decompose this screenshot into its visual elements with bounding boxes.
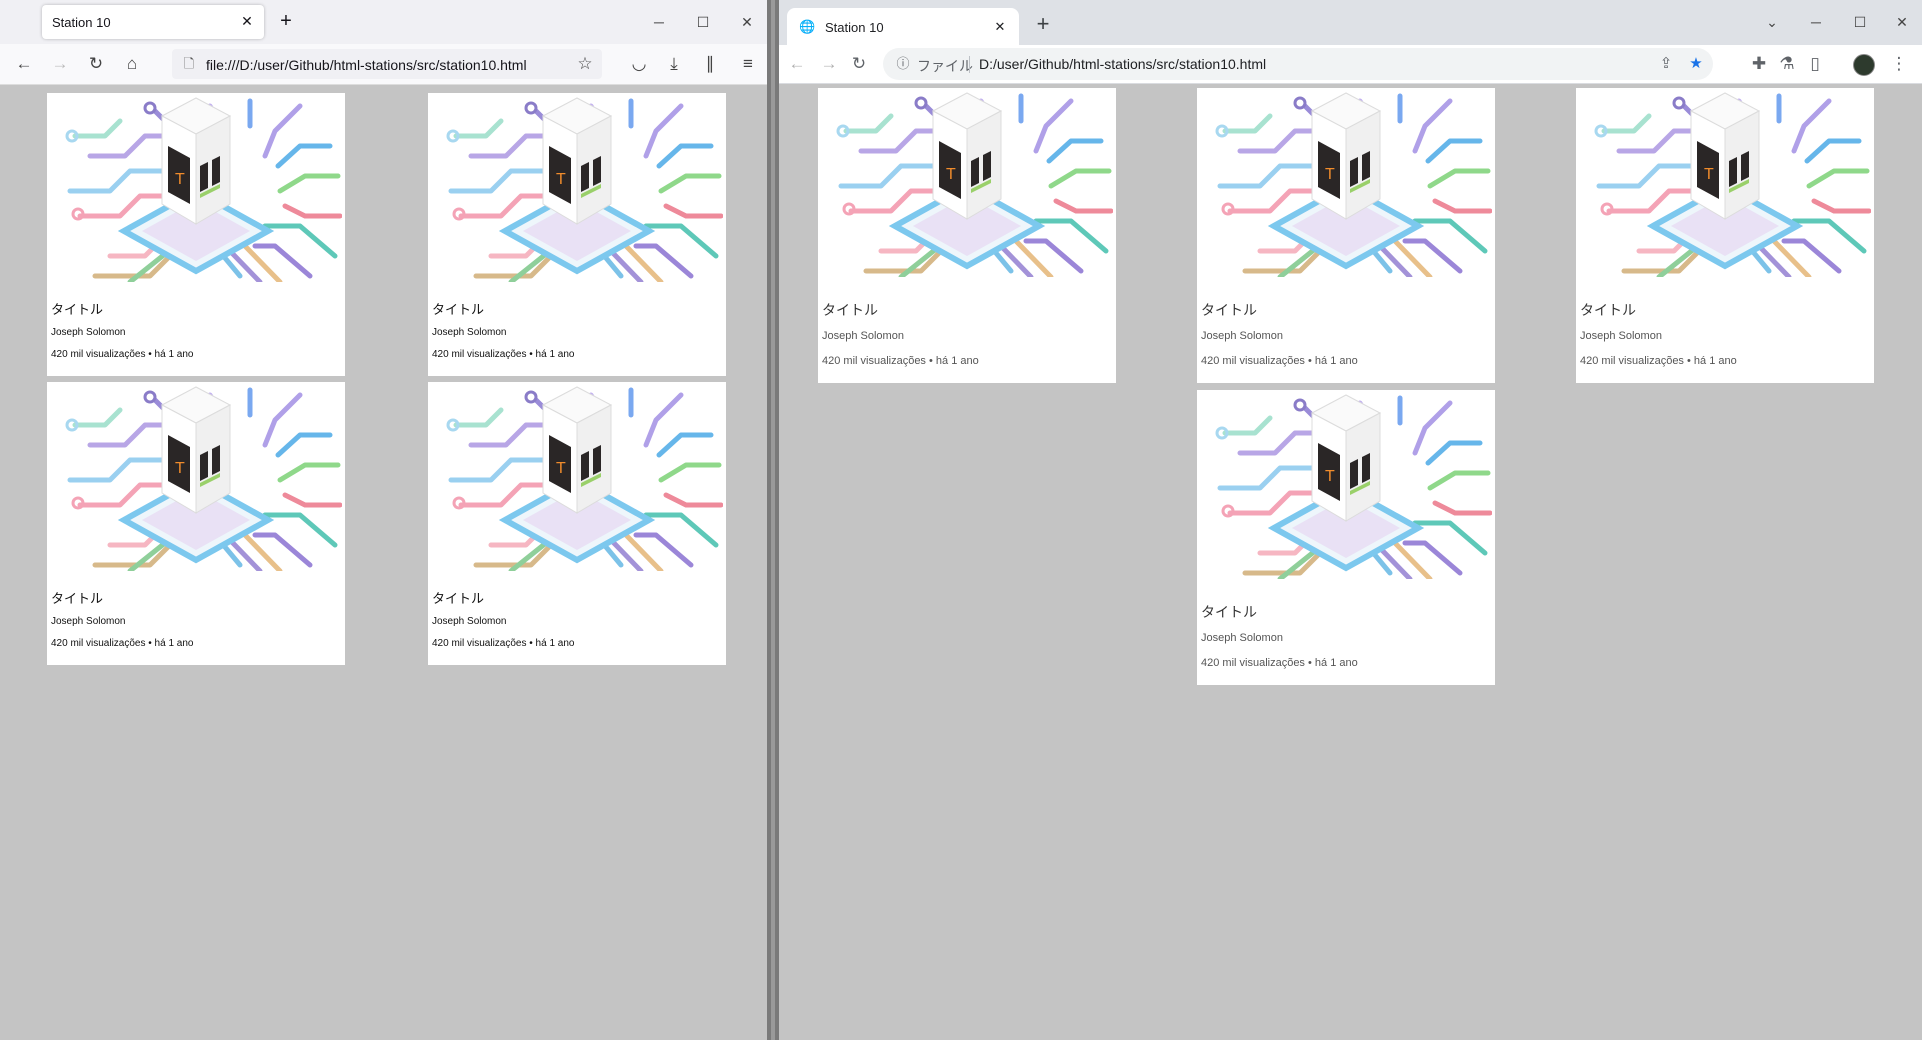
- video-author[interactable]: Joseph Solomon: [432, 327, 507, 338]
- download-icon[interactable]: ⤓: [660, 50, 688, 78]
- navigation-toolbar: ← → ↻ ⌂ 🗋 file:///D:/user/Github/html-st…: [0, 44, 767, 85]
- puzzle-icon[interactable]: ✚: [1745, 50, 1773, 78]
- flask-icon[interactable]: ⚗: [1773, 50, 1801, 78]
- chevron-down-icon[interactable]: ⌄: [1753, 8, 1791, 36]
- video-thumbnail[interactable]: [1579, 91, 1871, 277]
- kebab-icon[interactable]: ⋮: [1885, 50, 1913, 78]
- video-meta: 420 mil visualizações • há 1 ano: [1201, 355, 1358, 367]
- home-icon[interactable]: ⌂: [118, 50, 146, 78]
- video-card[interactable]: タイトル Joseph Solomon 420 mil visualizaçõe…: [818, 88, 1116, 383]
- maximize-icon[interactable]: ☐: [684, 8, 722, 36]
- video-author[interactable]: Joseph Solomon: [51, 327, 126, 338]
- video-author[interactable]: Joseph Solomon: [1201, 632, 1283, 644]
- video-thumbnail[interactable]: [431, 96, 723, 282]
- video-card[interactable]: タイトル Joseph Solomon 420 mil visualizaçõe…: [1576, 88, 1874, 383]
- tab-bar: 🌐 Station 10 ✕ + ⌄ ─ ☐ ✕: [779, 0, 1922, 45]
- chrome-window: 🌐 Station 10 ✕ + ⌄ ─ ☐ ✕ ← → ↻ ⓘ ファイル D:…: [779, 0, 1922, 1040]
- minimize-icon[interactable]: ─: [640, 8, 678, 36]
- video-card[interactable]: タイトル Joseph Solomon 420 mil visualizaçõe…: [47, 382, 345, 665]
- close-icon[interactable]: ✕: [991, 18, 1009, 36]
- video-meta: 420 mil visualizações • há 1 ano: [1580, 355, 1737, 367]
- video-card[interactable]: タイトル Joseph Solomon 420 mil visualizaçõe…: [428, 382, 726, 665]
- reload-icon[interactable]: ↻: [82, 50, 110, 78]
- video-meta: 420 mil visualizações • há 1 ano: [822, 355, 979, 367]
- video-thumbnail[interactable]: [50, 96, 342, 282]
- library-icon[interactable]: ∥: [696, 50, 724, 78]
- omnibox[interactable]: ⓘ ファイル D:/user/Github/html-stations/src/…: [883, 48, 1713, 80]
- minimize-icon[interactable]: ─: [1797, 8, 1835, 36]
- video-author[interactable]: Joseph Solomon: [822, 330, 904, 342]
- maximize-icon[interactable]: ☐: [1841, 8, 1879, 36]
- video-author[interactable]: Joseph Solomon: [1580, 330, 1662, 342]
- window-divider: [767, 0, 779, 1040]
- close-icon[interactable]: ✕: [238, 12, 256, 30]
- omnibox-separator: [969, 56, 970, 73]
- video-title[interactable]: タイトル: [432, 588, 484, 607]
- tab-bar: Station 10 ✕ + ─ ☐ ✕: [0, 0, 767, 44]
- side-panel-icon[interactable]: ▯: [1801, 50, 1829, 78]
- tab-station10[interactable]: 🌐 Station 10 ✕: [787, 8, 1019, 45]
- video-title[interactable]: タイトル: [1201, 300, 1257, 320]
- video-title[interactable]: タイトル: [51, 299, 103, 318]
- close-window-icon[interactable]: ✕: [728, 8, 766, 36]
- video-card[interactable]: タイトル Joseph Solomon 420 mil visualizaçõe…: [428, 93, 726, 376]
- url-bar[interactable]: 🗋 file:///D:/user/Github/html-stations/s…: [172, 49, 602, 79]
- firefox-window: Station 10 ✕ + ─ ☐ ✕ ← → ↻ ⌂ 🗋 file:///D…: [0, 0, 767, 1040]
- video-meta: 420 mil visualizações • há 1 ano: [432, 349, 575, 360]
- video-title[interactable]: タイトル: [1201, 602, 1257, 622]
- info-icon[interactable]: ⓘ: [893, 54, 913, 74]
- tab-title: Station 10: [825, 20, 884, 35]
- video-thumbnail[interactable]: [1200, 91, 1492, 277]
- hamburger-icon[interactable]: ≡: [734, 50, 762, 78]
- page-content: タイトル Joseph Solomon 420 mil visualizaçõe…: [0, 85, 767, 1040]
- tab-title: Station 10: [52, 15, 111, 30]
- arrow-left-icon[interactable]: ←: [10, 50, 38, 78]
- plus-icon[interactable]: +: [1030, 12, 1056, 38]
- file-icon: 🗋: [183, 56, 195, 71]
- video-title[interactable]: タイトル: [1580, 300, 1636, 320]
- video-meta: 420 mil visualizações • há 1 ano: [432, 638, 575, 649]
- share-icon[interactable]: ⇪: [1655, 53, 1677, 75]
- page-content: タイトル Joseph Solomon 420 mil visualizaçõe…: [779, 84, 1922, 1040]
- video-thumbnail[interactable]: [50, 385, 342, 571]
- star-icon[interactable]: ☆: [574, 53, 596, 75]
- plus-icon[interactable]: +: [274, 10, 298, 34]
- video-meta: 420 mil visualizações • há 1 ano: [51, 349, 194, 360]
- close-window-icon[interactable]: ✕: [1883, 8, 1921, 36]
- video-title[interactable]: タイトル: [432, 299, 484, 318]
- tab-station10[interactable]: Station 10 ✕: [42, 5, 264, 39]
- url-text[interactable]: D:/user/Github/html-stations/src/station…: [979, 56, 1266, 72]
- url-text[interactable]: file:///D:/user/Github/html-stations/src…: [206, 57, 527, 73]
- navigation-toolbar: ← → ↻ ⓘ ファイル D:/user/Github/html-station…: [779, 45, 1922, 84]
- video-thumbnail[interactable]: [431, 385, 723, 571]
- arrow-right-icon[interactable]: →: [46, 50, 74, 78]
- video-card[interactable]: タイトル Joseph Solomon 420 mil visualizaçõe…: [1197, 88, 1495, 383]
- video-thumbnail[interactable]: [821, 91, 1113, 277]
- video-author[interactable]: Joseph Solomon: [1201, 330, 1283, 342]
- pocket-icon[interactable]: ◡: [625, 50, 653, 78]
- video-title[interactable]: タイトル: [822, 300, 878, 320]
- video-author[interactable]: Joseph Solomon: [432, 616, 507, 627]
- video-card[interactable]: タイトル Joseph Solomon 420 mil visualizaçõe…: [1197, 390, 1495, 685]
- star-icon[interactable]: ★: [1685, 53, 1707, 75]
- arrow-left-icon[interactable]: ←: [783, 50, 811, 78]
- video-thumbnail[interactable]: [1200, 393, 1492, 579]
- arrow-right-icon[interactable]: →: [815, 50, 843, 78]
- video-card[interactable]: タイトル Joseph Solomon 420 mil visualizaçõe…: [47, 93, 345, 376]
- avatar[interactable]: [1853, 54, 1875, 76]
- globe-icon: 🌐: [799, 19, 816, 34]
- url-scheme-label: ファイル: [917, 58, 973, 74]
- video-title[interactable]: タイトル: [51, 588, 103, 607]
- video-meta: 420 mil visualizações • há 1 ano: [51, 638, 194, 649]
- video-author[interactable]: Joseph Solomon: [51, 616, 126, 627]
- video-meta: 420 mil visualizações • há 1 ano: [1201, 657, 1358, 669]
- reload-icon[interactable]: ↻: [845, 50, 873, 78]
